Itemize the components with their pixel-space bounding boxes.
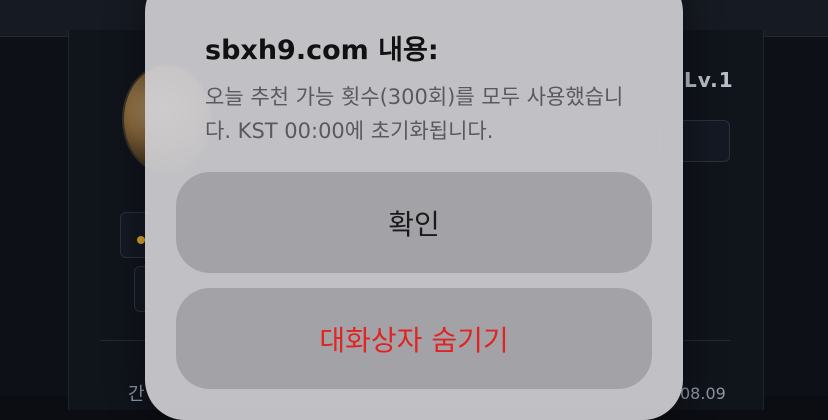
hide-dialogs-button[interactable]: 대화상자 숨기기 (176, 288, 652, 389)
alert-dialog: sbxh9.com 내용: 오늘 추천 가능 횟수(300회)를 모두 사용했습… (145, 0, 683, 420)
dialog-title: sbxh9.com 내용: (205, 35, 439, 66)
confirm-button[interactable]: 확인 (176, 172, 652, 273)
bottom-date: 08.09 (680, 384, 726, 403)
dialog-message: 오늘 추천 가능 횟수(300회)를 모두 사용했습니다. KST 00:00에… (205, 85, 624, 143)
level-badge: Lv.1 (684, 68, 734, 92)
coin-icon (137, 236, 145, 244)
bottom-label: 간 (128, 384, 145, 405)
